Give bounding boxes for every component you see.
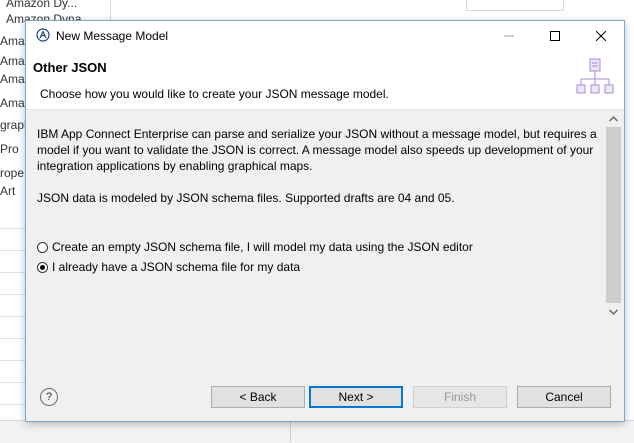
- vertical-scrollbar[interactable]: [605, 110, 622, 362]
- divider: [0, 404, 25, 405]
- option-label: Create an empty JSON schema file, I will…: [52, 240, 473, 254]
- existing-schema-radio[interactable]: [37, 261, 48, 273]
- chevron-down-icon: [609, 309, 618, 315]
- page-title: Other JSON: [33, 60, 107, 75]
- divider: [0, 250, 25, 251]
- empty-schema-radio[interactable]: [37, 241, 48, 253]
- page-description: Choose how you would like to create your…: [40, 87, 389, 101]
- divider: [0, 228, 25, 229]
- schema-drafts-text: JSON data is modeled by JSON schema file…: [37, 191, 455, 205]
- scrollbar-thumb[interactable]: [606, 127, 621, 303]
- cancel-button[interactable]: Cancel: [517, 386, 611, 408]
- wizard-footer: ? < Back Next > Finish Cancel: [26, 362, 624, 421]
- chevron-up-icon: [609, 115, 618, 121]
- maximize-button[interactable]: [532, 21, 578, 51]
- scroll-down-button[interactable]: [605, 303, 622, 320]
- close-button[interactable]: [578, 21, 624, 51]
- intro-text: IBM App Connect Enterprise can parse and…: [37, 127, 597, 173]
- toolbar-fragment: [466, 0, 564, 11]
- ibm-app-icon: [36, 28, 50, 42]
- minimize-icon: [504, 35, 514, 37]
- divider: [0, 316, 25, 317]
- message-model-hierarchy-icon: [576, 57, 614, 99]
- maximize-icon: [550, 31, 560, 41]
- finish-button[interactable]: Finish: [413, 386, 507, 408]
- back-button[interactable]: < Back: [211, 386, 305, 408]
- option-label: I already have a JSON schema file for my…: [52, 260, 301, 274]
- divider: [0, 338, 25, 339]
- content-scroll-area: IBM App Connect Enterprise can parse and…: [26, 110, 606, 362]
- scroll-up-button[interactable]: [605, 110, 622, 127]
- wizard-header: Other JSON Choose how you would like to …: [26, 51, 624, 110]
- next-button[interactable]: Next >: [309, 386, 403, 408]
- new-message-model-dialog: New Message Model Other JSON Choose how …: [25, 20, 625, 422]
- wizard-content: IBM App Connect Enterprise can parse and…: [26, 110, 624, 362]
- option-empty-schema[interactable]: Create an empty JSON schema file, I will…: [37, 238, 473, 256]
- divider: [0, 272, 25, 273]
- divider: [0, 360, 25, 361]
- help-button[interactable]: ?: [40, 388, 58, 406]
- option-existing-schema[interactable]: I already have a JSON schema file for my…: [37, 258, 300, 276]
- minimize-button[interactable]: [486, 21, 532, 51]
- help-icon: ?: [45, 391, 53, 403]
- close-icon: [596, 31, 606, 41]
- divider: [290, 420, 291, 442]
- divider: [0, 382, 25, 383]
- window-title: New Message Model: [56, 29, 169, 43]
- status-strip: [0, 420, 634, 443]
- title-bar[interactable]: New Message Model: [26, 21, 624, 51]
- divider: [0, 294, 25, 295]
